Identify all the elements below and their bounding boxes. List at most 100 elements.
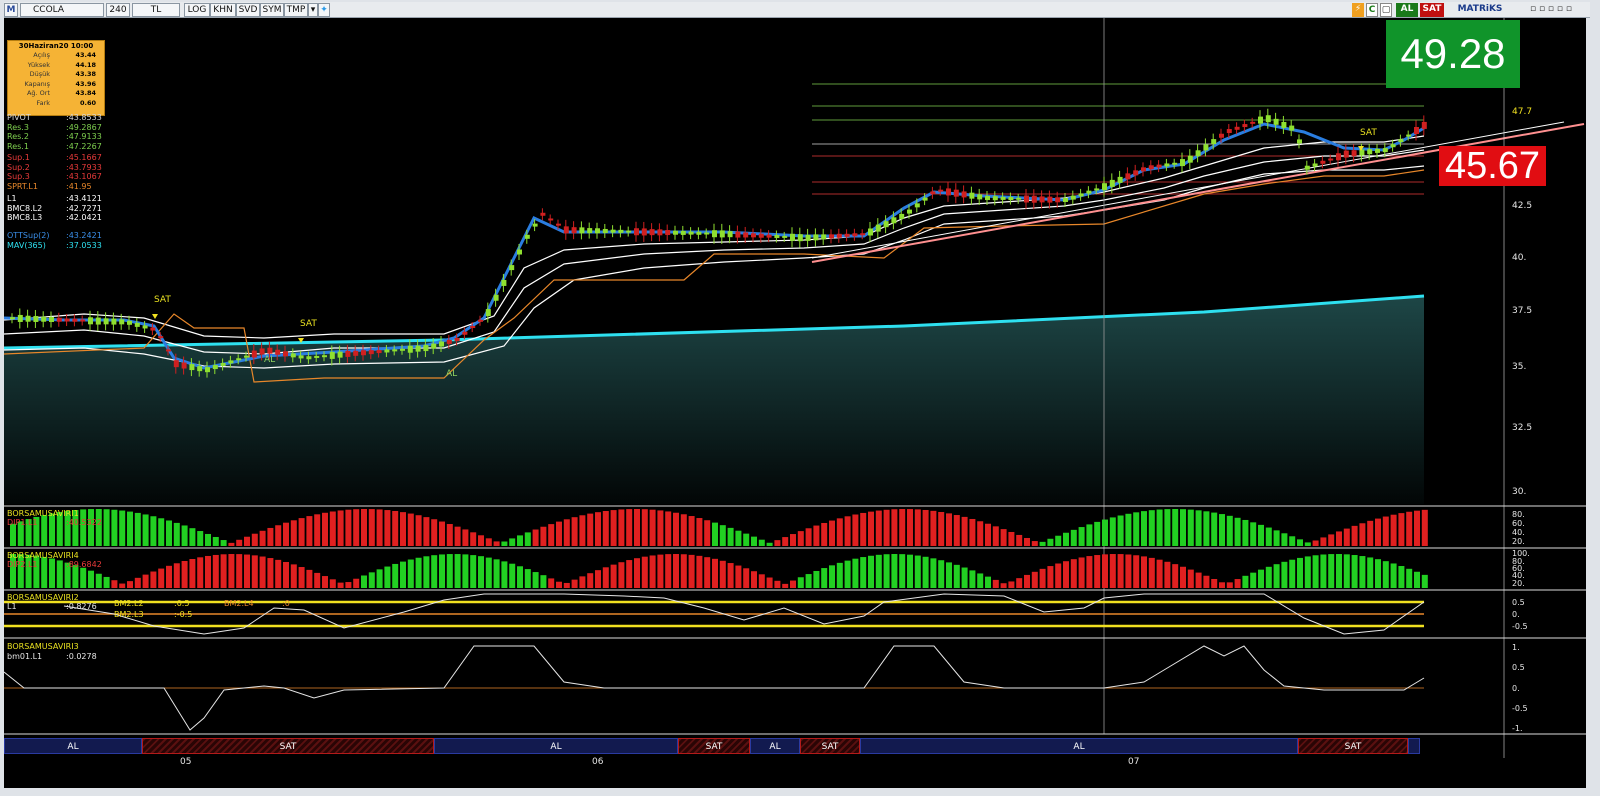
- candle-body: [1242, 124, 1248, 128]
- refresh-icon[interactable]: C: [1366, 3, 1378, 17]
- candle-body: [930, 191, 936, 195]
- lightning-icon[interactable]: ⚡: [1352, 3, 1364, 17]
- level-value: :45.1667: [66, 153, 102, 162]
- price-axis-label: 30.: [1512, 487, 1526, 497]
- histogram-bar: [938, 511, 945, 546]
- histogram-bar: [283, 561, 289, 588]
- candle-body: [384, 349, 390, 353]
- svd-button[interactable]: SVD: [236, 3, 260, 17]
- histogram-bar: [688, 516, 695, 546]
- level-name: OTTSup(2): [7, 231, 50, 240]
- sat-annotation: SAT: [1360, 128, 1377, 138]
- tmp-button[interactable]: TMP: [284, 3, 308, 17]
- candle-body: [907, 209, 912, 214]
- panel3-l1: L1: [7, 602, 17, 611]
- candle-body: [1359, 149, 1365, 156]
- chart-area[interactable]: SAT SAT SAT AL AL 47.7 42.5 40. 37.5 35.…: [3, 18, 1586, 788]
- histogram-bar: [361, 575, 367, 588]
- histogram-bar: [821, 522, 828, 546]
- histogram-bar: [376, 509, 383, 546]
- level-name: Sup.1: [7, 153, 30, 162]
- candle-body: [181, 362, 187, 369]
- histogram-bar: [1219, 582, 1225, 588]
- histogram-bar: [719, 560, 726, 588]
- histogram-bar: [657, 554, 664, 588]
- histogram-bar: [1078, 527, 1085, 546]
- histogram-bar: [649, 555, 656, 588]
- level-value: :43.4121: [66, 194, 102, 203]
- ohlc-row: Fark 0.60: [36, 98, 96, 107]
- symbol-input[interactable]: CCOLA: [20, 3, 104, 17]
- histogram-bar: [283, 522, 289, 546]
- histogram-bar: [205, 555, 211, 588]
- histogram-bar: [1242, 519, 1249, 546]
- histogram-bar: [1390, 563, 1397, 588]
- chevron-down-icon[interactable]: ▾: [308, 3, 318, 17]
- histogram-bar: [1141, 511, 1147, 546]
- histogram-bar: [1414, 571, 1420, 588]
- histogram-bar: [415, 515, 422, 546]
- candle-body: [493, 294, 499, 301]
- sat-button[interactable]: SAT: [1420, 3, 1444, 17]
- histogram-bar: [1219, 514, 1225, 546]
- candle-body: [548, 218, 554, 221]
- currency-select[interactable]: TL: [132, 3, 180, 17]
- histogram-bar: [1250, 572, 1257, 588]
- histogram-bar: [1398, 513, 1405, 546]
- histogram-bar: [797, 577, 804, 588]
- histogram-bar: [1000, 529, 1007, 546]
- histogram-bar: [1164, 509, 1171, 546]
- twitter-icon[interactable]: ✦: [318, 3, 330, 17]
- histogram-bar: [1141, 556, 1147, 588]
- histogram-bar: [478, 556, 484, 588]
- price-axis-label: 32.5: [1512, 423, 1532, 433]
- histogram-bar: [1000, 583, 1007, 588]
- candle-body: [283, 351, 288, 357]
- histogram-bar: [922, 556, 929, 588]
- window-icon[interactable]: ▢: [1380, 3, 1392, 17]
- candle-body: [1195, 150, 1201, 157]
- histogram-bar: [439, 554, 445, 588]
- histogram-bar: [314, 514, 321, 546]
- histogram-bar: [813, 570, 820, 588]
- histogram-bar: [891, 554, 898, 588]
- histogram-bar: [571, 579, 578, 588]
- candle-body: [868, 228, 873, 236]
- candle-body: [1109, 179, 1115, 187]
- log-button[interactable]: LOG: [184, 3, 210, 17]
- histogram-bar: [166, 565, 172, 588]
- khn-button[interactable]: KHN: [210, 3, 236, 17]
- histogram-bar: [727, 527, 734, 546]
- histogram-bar: [953, 515, 960, 546]
- histogram-bar: [868, 555, 874, 588]
- histogram-bar: [1375, 559, 1381, 588]
- candle-body: [743, 232, 749, 238]
- panel3-bm2l3v: :-0.5: [174, 610, 193, 619]
- sym-button[interactable]: SYM: [260, 3, 284, 17]
- histogram-bar: [797, 531, 804, 546]
- p1-axis-label: 80.: [1512, 510, 1525, 519]
- histogram-bar: [251, 555, 258, 588]
- candle-body: [150, 327, 156, 331]
- candle-body: [805, 234, 811, 241]
- candle-body: [251, 350, 257, 358]
- level-value: :43.1067: [66, 172, 102, 181]
- histogram-bar: [1414, 510, 1420, 546]
- period-select[interactable]: 240: [106, 3, 130, 17]
- al-button[interactable]: AL: [1396, 3, 1418, 17]
- matriks-logo-icon[interactable]: M: [4, 3, 18, 17]
- candle-body: [1024, 195, 1029, 203]
- candle-body: [205, 367, 210, 373]
- histogram-bar: [758, 539, 765, 546]
- histogram-bar: [134, 512, 141, 546]
- histogram-bar: [899, 509, 906, 546]
- window-control-icons[interactable]: ▫ ▫ ▫ ▫ ▫: [1516, 3, 1586, 17]
- candle-body: [236, 358, 242, 361]
- candle-body: [790, 233, 795, 241]
- histogram-bar: [454, 526, 461, 546]
- histogram-bar: [1336, 554, 1342, 588]
- candle-body: [1328, 158, 1334, 161]
- al-annotation: AL: [446, 369, 457, 379]
- candle-body: [751, 233, 756, 238]
- candle-body: [1055, 197, 1061, 203]
